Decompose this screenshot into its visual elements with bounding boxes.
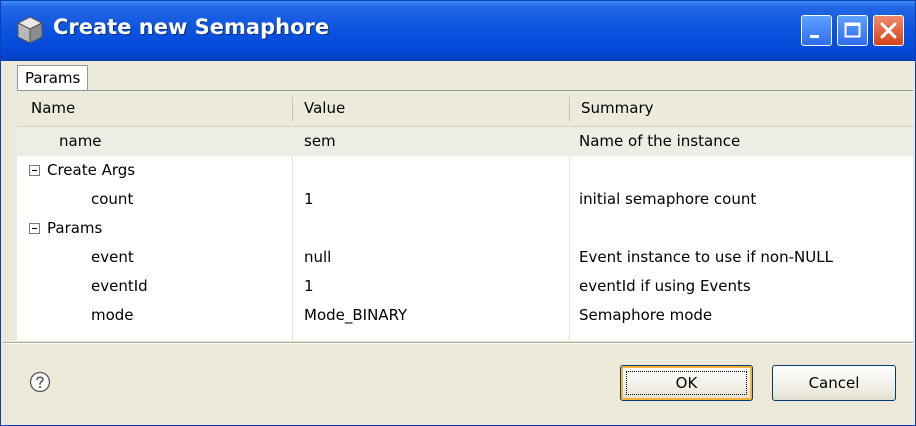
row-name: name	[59, 132, 102, 150]
cancel-label: Cancel	[808, 374, 860, 392]
row-name: event	[91, 248, 134, 266]
table-group-row[interactable]: Params	[17, 214, 913, 243]
row-value[interactable]: Mode_BINARY	[304, 301, 407, 330]
focus-ring	[626, 371, 747, 395]
table-row[interactable]: count 1 initial semaphore count	[17, 185, 913, 214]
window-title: Create new Semaphore	[53, 15, 330, 39]
row-value[interactable]: 1	[304, 272, 314, 301]
column-divider[interactable]	[292, 97, 293, 121]
row-summary: initial semaphore count	[579, 190, 757, 208]
maximize-button[interactable]	[837, 15, 868, 46]
maximize-icon	[844, 22, 861, 38]
column-divider[interactable]	[569, 97, 570, 121]
row-name: count	[91, 190, 134, 208]
row-name: mode	[91, 306, 134, 324]
row-value[interactable]: sem	[304, 127, 336, 156]
separator-highlight	[3, 343, 913, 344]
row-summary: eventId if using Events	[579, 277, 751, 295]
row-value[interactable]: null	[304, 243, 331, 272]
app-icon	[16, 16, 44, 44]
table-row[interactable]: name sem Name of the instance	[17, 127, 913, 156]
tab-params[interactable]: Params	[17, 65, 89, 91]
row-summary: Semaphore mode	[579, 306, 713, 324]
row-value[interactable]: 1	[304, 185, 314, 214]
table-row[interactable]: event null Event instance to use if non-…	[17, 243, 913, 272]
table-row[interactable]: mode Mode_BINARY Semaphore mode	[17, 301, 913, 330]
close-button[interactable]	[873, 15, 904, 46]
group-label: Params	[47, 219, 103, 237]
dialog-window: Create new Semaphore Params Name Value S…	[0, 0, 916, 426]
close-icon	[880, 22, 897, 39]
column-header-value[interactable]: Value	[304, 91, 345, 126]
row-summary: Event instance to use if non-NULL	[579, 248, 833, 266]
row-summary: Name of the instance	[579, 132, 741, 150]
params-table: Name Value Summary name sem Name of the …	[17, 90, 913, 341]
group-label: Create Args	[47, 161, 136, 179]
row-name: eventId	[91, 277, 148, 295]
collapse-icon[interactable]	[29, 223, 40, 234]
minimize-button[interactable]	[801, 15, 832, 46]
column-header-summary[interactable]: Summary	[581, 91, 654, 126]
table-group-row[interactable]: Create Args	[17, 156, 913, 185]
minimize-icon	[810, 35, 819, 38]
collapse-icon[interactable]	[29, 165, 40, 176]
dialog-body: Params Name Value Summary name sem Name …	[3, 61, 913, 423]
help-icon[interactable]	[29, 371, 51, 393]
ok-button[interactable]: OK	[620, 365, 753, 401]
table-row[interactable]: eventId 1 eventId if using Events	[17, 272, 913, 301]
title-bar[interactable]: Create new Semaphore	[1, 1, 915, 61]
table-header: Name Value Summary	[17, 91, 913, 127]
column-header-name[interactable]: Name	[31, 91, 75, 126]
cancel-button[interactable]: Cancel	[772, 365, 896, 401]
